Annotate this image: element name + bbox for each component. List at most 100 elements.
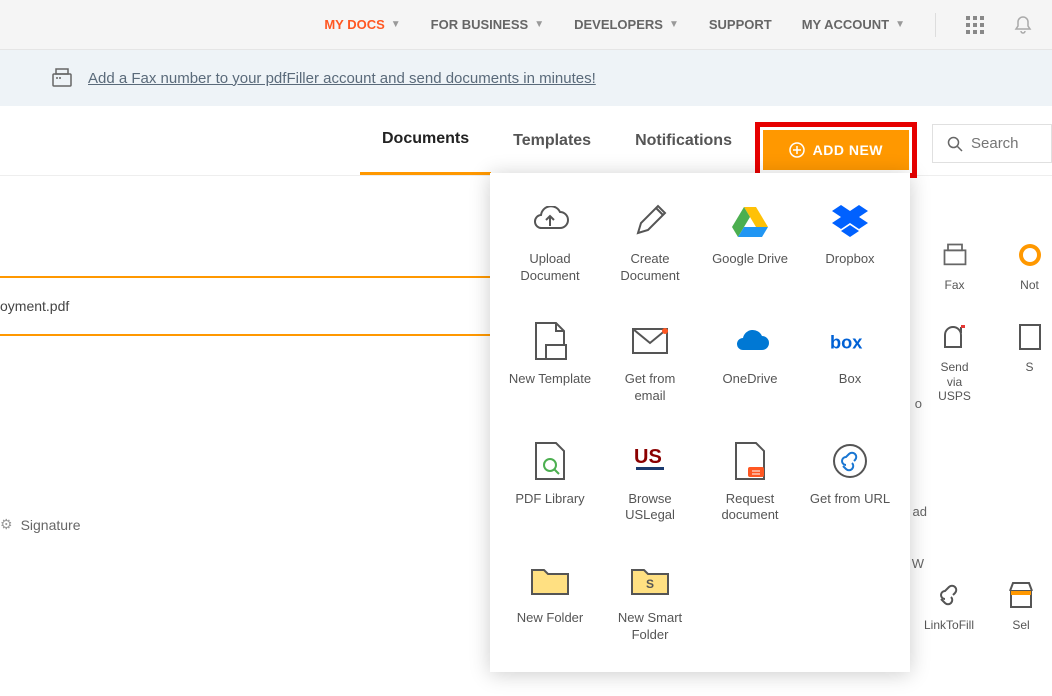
uslegal-icon: US [630, 441, 670, 481]
plus-circle-icon [789, 142, 805, 158]
document-row[interactable]: oyment.pdf [0, 276, 490, 336]
google-drive-icon [730, 201, 770, 241]
dd-label: Get from URL [810, 491, 890, 508]
search-icon [947, 136, 963, 152]
folder-icon [530, 560, 570, 600]
svg-text:S: S [646, 577, 654, 591]
dd-label: Get from email [608, 371, 692, 405]
dd-request-document[interactable]: Request document [700, 433, 800, 533]
badge-icon [1015, 240, 1045, 270]
nav-support[interactable]: SUPPORT [709, 17, 772, 32]
dd-new-template[interactable]: New Template [500, 313, 600, 413]
top-navigation: MY DOCS ▼ FOR BUSINESS ▼ DEVELOPERS ▼ SU… [0, 0, 1052, 50]
nav-label: FOR BUSINESS [431, 17, 529, 32]
add-new-highlight-box: ADD NEW [755, 122, 917, 178]
side-label: Fax [944, 278, 964, 292]
link-icon [830, 441, 870, 481]
gear-icon: ⚙ [0, 516, 13, 533]
dd-label: Browse USLegal [608, 491, 692, 525]
dd-label: Request document [708, 491, 792, 525]
apps-grid-icon[interactable] [966, 16, 984, 34]
email-icon [630, 321, 670, 361]
nav-label: MY DOCS [324, 17, 384, 32]
chevron-down-icon: ▼ [391, 19, 401, 30]
fax-icon [50, 66, 74, 90]
tabs-row: Documents Templates Notifications ADD NE… [0, 106, 1052, 176]
onedrive-icon [730, 321, 770, 361]
side-send-usps[interactable]: Send via USPS [932, 322, 977, 403]
side-sell[interactable]: Sel [996, 580, 1046, 647]
dd-onedrive[interactable]: OneDrive [700, 313, 800, 413]
partial-text: o [915, 396, 922, 411]
smart-folder-icon: S [630, 560, 670, 600]
dd-label: Upload Document [508, 251, 592, 285]
side-fax[interactable]: Fax [932, 240, 977, 292]
svg-text:box: box [830, 332, 862, 352]
side-label: LinkToFill [924, 618, 974, 632]
side-notarize[interactable]: Not [1007, 240, 1052, 292]
search-input[interactable] [971, 135, 1041, 152]
dd-label: Dropbox [825, 251, 874, 268]
dd-label: OneDrive [723, 371, 778, 388]
dd-upload-document[interactable]: Upload Document [500, 193, 600, 293]
cloud-upload-icon [530, 201, 570, 241]
side-misc[interactable]: S [1007, 322, 1052, 403]
side-label: S [1025, 360, 1033, 374]
search-box[interactable] [932, 124, 1052, 163]
dd-box[interactable]: box Box [800, 313, 900, 413]
fax-icon [940, 240, 970, 270]
fax-banner-link[interactable]: Add a Fax number to your pdfFiller accou… [88, 70, 596, 87]
dd-google-drive[interactable]: Google Drive [700, 193, 800, 293]
chevron-down-icon: ▼ [669, 19, 679, 30]
side-linktofill[interactable]: LinkToFill [924, 580, 974, 647]
dd-label: New Template [509, 371, 591, 388]
chevron-down-icon: ▼ [895, 19, 905, 30]
dd-label: New Folder [517, 610, 583, 627]
side-label: Not [1020, 278, 1039, 292]
side-actions-panel: Fax Not Send via USPS S [932, 240, 1052, 434]
tab-documents[interactable]: Documents [360, 106, 491, 175]
dd-get-from-email[interactable]: Get from email [600, 313, 700, 413]
chevron-down-icon: ▼ [534, 19, 544, 30]
template-icon [530, 321, 570, 361]
doc-icon [1015, 322, 1045, 352]
mailbox-icon [940, 322, 970, 352]
dd-new-smart-folder[interactable]: S New Smart Folder [600, 552, 700, 652]
dd-dropbox[interactable]: Dropbox [800, 193, 900, 293]
dd-pdf-library[interactable]: PDF Library [500, 433, 600, 533]
svg-text:US: US [634, 446, 662, 468]
nav-my-account[interactable]: MY ACCOUNT ▼ [802, 17, 905, 32]
nav-label: SUPPORT [709, 17, 772, 32]
dd-browse-uslegal[interactable]: US Browse USLegal [600, 433, 700, 533]
dd-label: PDF Library [515, 491, 584, 508]
nav-developers[interactable]: DEVELOPERS ▼ [574, 17, 679, 32]
dd-label: Google Drive [712, 251, 788, 268]
pencil-icon [630, 201, 670, 241]
dd-get-from-url[interactable]: Get from URL [800, 433, 900, 533]
nav-my-docs[interactable]: MY DOCS ▼ [324, 17, 400, 32]
fax-banner: Add a Fax number to your pdfFiller accou… [0, 50, 1052, 106]
tab-notifications[interactable]: Notifications [613, 108, 754, 174]
dd-label: New Smart Folder [608, 610, 692, 644]
signature-label: Signature [21, 517, 81, 533]
signature-row[interactable]: ⚙ Signature [0, 516, 81, 533]
separator [935, 13, 936, 37]
side-label: Send via USPS [932, 360, 977, 403]
dropbox-icon [830, 201, 870, 241]
dd-create-document[interactable]: Create Document [600, 193, 700, 293]
partial-text: ad [913, 504, 927, 519]
partial-text: W [912, 556, 924, 571]
nav-label: DEVELOPERS [574, 17, 663, 32]
add-new-button[interactable]: ADD NEW [763, 130, 909, 170]
add-new-label: ADD NEW [813, 142, 883, 158]
box-icon: box [830, 321, 870, 361]
document-filename: oyment.pdf [0, 298, 69, 314]
store-icon [1006, 580, 1036, 610]
link-icon [934, 580, 964, 610]
bell-icon[interactable] [1014, 15, 1032, 35]
nav-for-business[interactable]: FOR BUSINESS ▼ [431, 17, 544, 32]
dd-label: Box [839, 371, 861, 388]
dd-new-folder[interactable]: New Folder [500, 552, 600, 652]
tab-templates[interactable]: Templates [491, 108, 613, 174]
request-doc-icon [730, 441, 770, 481]
